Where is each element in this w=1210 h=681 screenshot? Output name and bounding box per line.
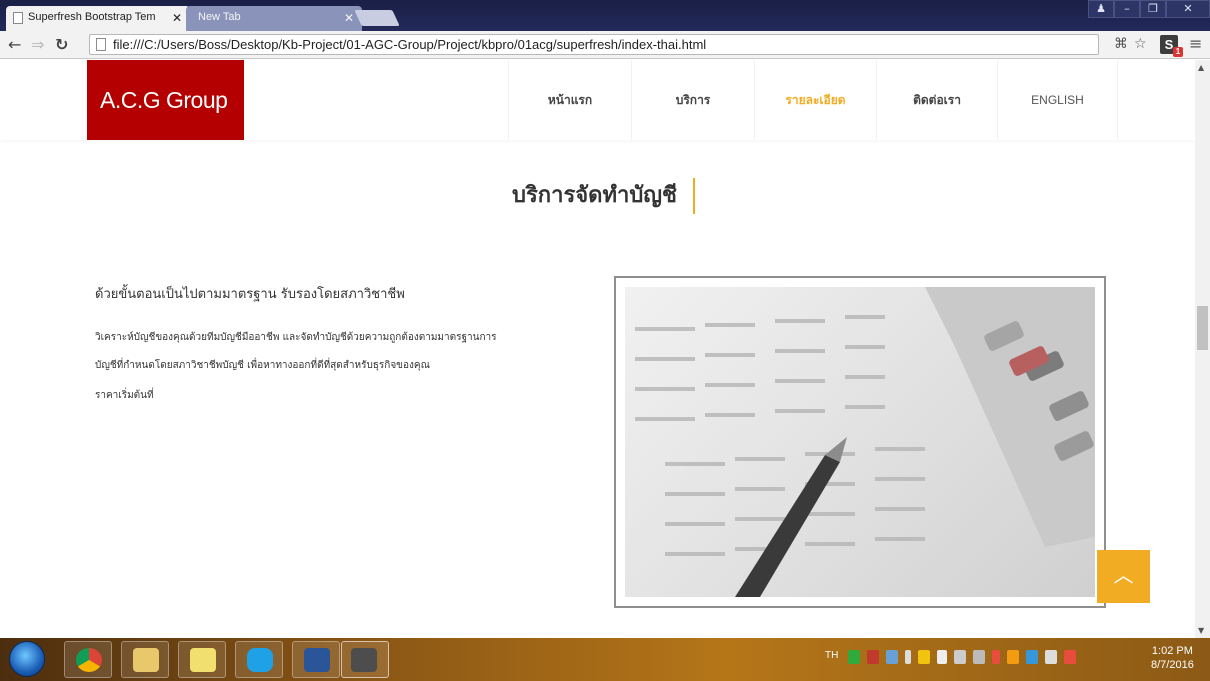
scrollbar-thumb[interactable] [1197,306,1208,350]
browser-toolbar: ← ⇒ ↻ file:///C:/Users/Boss/Desktop/Kb-P… [0,31,1210,59]
clock-time: 1:02 PM [1151,645,1193,657]
speaker-icon[interactable] [1045,650,1057,664]
calculator-shape [925,287,1095,547]
tray-app-icon[interactable] [886,650,898,664]
tray-app-icon[interactable] [905,650,911,664]
window-controls: ♟ – ❐ ✕ [1088,0,1210,18]
network-icon[interactable] [937,650,947,664]
nav-home[interactable]: หน้าแรก [508,60,631,140]
back-to-top-button[interactable]: ︿ [1097,550,1150,603]
sublime-icon [351,648,377,672]
battery-icon[interactable] [954,650,966,664]
forward-arrow-icon[interactable]: ⇒ [31,35,44,54]
tray-app-icon[interactable] [1026,650,1038,664]
chrome-icon [76,648,102,672]
main-menu: หน้าแรก บริการ รายละเอียด ติดต่อเรา ENGL… [508,60,1118,140]
tray-app-icon[interactable] [848,650,860,664]
menu-icon[interactable]: ≡ [1189,34,1202,53]
windows-taskbar: TH 1:02 PM 8/7/2016 [0,638,1210,681]
system-tray [848,650,1076,664]
site-navbar: A.C.G Group หน้าแรก บริการ รายละเอียด ติ… [0,60,1195,140]
accounting-photo-illustration [635,287,1095,597]
tab-label: New Tab [198,11,241,23]
page-icon [96,38,106,51]
reload-icon[interactable]: ↻ [55,35,68,54]
maximize-button[interactable]: ❐ [1140,0,1166,18]
page-scrollbar[interactable]: ▲ ▼ [1195,60,1210,638]
close-window-button[interactable]: ✕ [1166,0,1210,18]
bookmark-star-icon[interactable]: ☆ [1134,36,1147,52]
chevron-up-icon: ︿ [1113,563,1134,587]
user-icon[interactable]: ♟ [1088,0,1114,18]
address-bar[interactable]: file:///C:/Users/Boss/Desktop/Kb-Project… [89,34,1099,55]
tray-app-icon[interactable] [992,650,1000,664]
folder-icon [133,648,159,672]
tray-app-icon[interactable] [918,650,930,664]
tab-close-icon[interactable]: ✕ [344,11,354,25]
taskbar-chrome[interactable] [64,641,112,678]
nav-details[interactable]: รายละเอียด [754,60,876,140]
service-subtitle: ด้วยขั้นตอนเป็นไปตามมาตรฐาน รับรองโดยสภา… [95,287,405,302]
new-tab-button[interactable] [354,10,400,26]
section-title: บริการจัดทำบัญชี [512,178,695,214]
description-line-1: วิเคราะห์บัญชีของคุณด้วยทีมบัญชีมืออาชีพ… [95,332,497,343]
nav-english[interactable]: ENGLISH [997,60,1118,140]
tab-label: Superfresh Bootstrap Tem [28,11,156,23]
tab-new-tab[interactable]: New Tab ✕ [186,6,362,31]
tray-app-icon[interactable] [867,650,879,664]
language-indicator[interactable]: TH [825,650,838,661]
address-url: file:///C:/Users/Boss/Desktop/Kb-Project… [113,37,707,52]
tray-app-icon[interactable] [1007,650,1019,664]
tab-close-icon[interactable]: ✕ [172,11,182,25]
price-text: ราคาเริ่มต้นที่ [95,390,154,401]
taskbar-skype[interactable] [235,641,283,678]
start-button[interactable] [9,641,45,677]
taskbar-word[interactable] [292,641,340,678]
section-heading: บริการจัดทำบัญชี [0,178,1195,218]
description-line-2: บัญชีที่กำหนดโดยสภาวิชาชีพบัญชี เพื่อหาท… [95,360,430,371]
nav-services[interactable]: บริการ [631,60,754,140]
page-viewport: A.C.G Group หน้าแรก บริการ รายละเอียด ติ… [0,60,1195,638]
translate-icon[interactable]: ⌘ [1114,36,1128,52]
accounting-photo-frame [614,276,1106,608]
tray-app-icon[interactable] [973,650,985,664]
extension-s-icon[interactable]: S 1 [1160,35,1183,57]
taskbar-sticky-notes[interactable] [178,641,226,678]
action-center-icon[interactable] [1064,650,1076,664]
service-description: วิเคราะห์บัญชีของคุณด้วยทีมบัญชีมืออาชีพ… [95,324,585,380]
clock-date: 8/7/2016 [1151,659,1194,671]
sticky-notes-icon [190,648,216,672]
taskbar-clock[interactable]: 1:02 PM 8/7/2016 [1151,644,1194,672]
scroll-down-arrow-icon[interactable]: ▼ [1198,626,1204,635]
scroll-up-arrow-icon[interactable]: ▲ [1198,63,1204,72]
nav-contact[interactable]: ติดต่อเรา [876,60,997,140]
minimize-button[interactable]: – [1114,0,1140,18]
site-logo[interactable]: A.C.G Group [87,60,244,140]
browser-titlebar: Superfresh Bootstrap Tem ✕ New Tab ✕ ♟ –… [0,0,1210,31]
extension-count-badge: 1 [1173,47,1183,57]
skype-icon [247,648,273,672]
word-icon [304,648,330,672]
back-arrow-icon[interactable]: ← [8,35,21,54]
taskbar-sublime[interactable] [341,641,389,678]
taskbar-explorer[interactable] [121,641,169,678]
accounting-photo [625,287,1095,597]
tab-superfresh[interactable]: Superfresh Bootstrap Tem ✕ [6,6,190,31]
page-icon [13,12,23,24]
